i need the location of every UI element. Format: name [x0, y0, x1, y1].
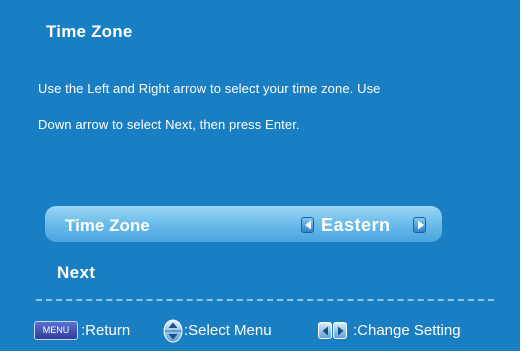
menu-key-icon: MENU: [34, 321, 78, 340]
next-button[interactable]: Next: [57, 263, 95, 283]
timezone-selector-row[interactable]: Time Zone Eastern: [45, 206, 442, 242]
return-hint: :Return: [81, 322, 131, 339]
arrow-left-icon[interactable]: [301, 217, 314, 233]
left-key-icon: [318, 322, 332, 339]
footer-divider: [36, 299, 494, 301]
footer-help-bar: MENU :Return :Select Menu :Change Settin…: [0, 318, 520, 344]
up-down-arrows-icon: [163, 319, 183, 348]
page-title: Time Zone: [46, 22, 133, 41]
arrow-right-icon[interactable]: [413, 217, 426, 233]
change-setting-hint: :Change Setting: [353, 322, 461, 339]
timezone-label: Time Zone: [65, 216, 150, 235]
select-menu-hint: :Select Menu: [184, 322, 272, 339]
instruction-line-2: Down arrow to select Next, then press En…: [38, 117, 300, 132]
instruction-line-1: Use the Left and Right arrow to select y…: [38, 81, 381, 96]
timezone-value: Eastern: [321, 215, 391, 235]
right-key-icon: [333, 322, 347, 339]
setup-screen: Time Zone Use the Left and Right arrow t…: [0, 0, 520, 351]
